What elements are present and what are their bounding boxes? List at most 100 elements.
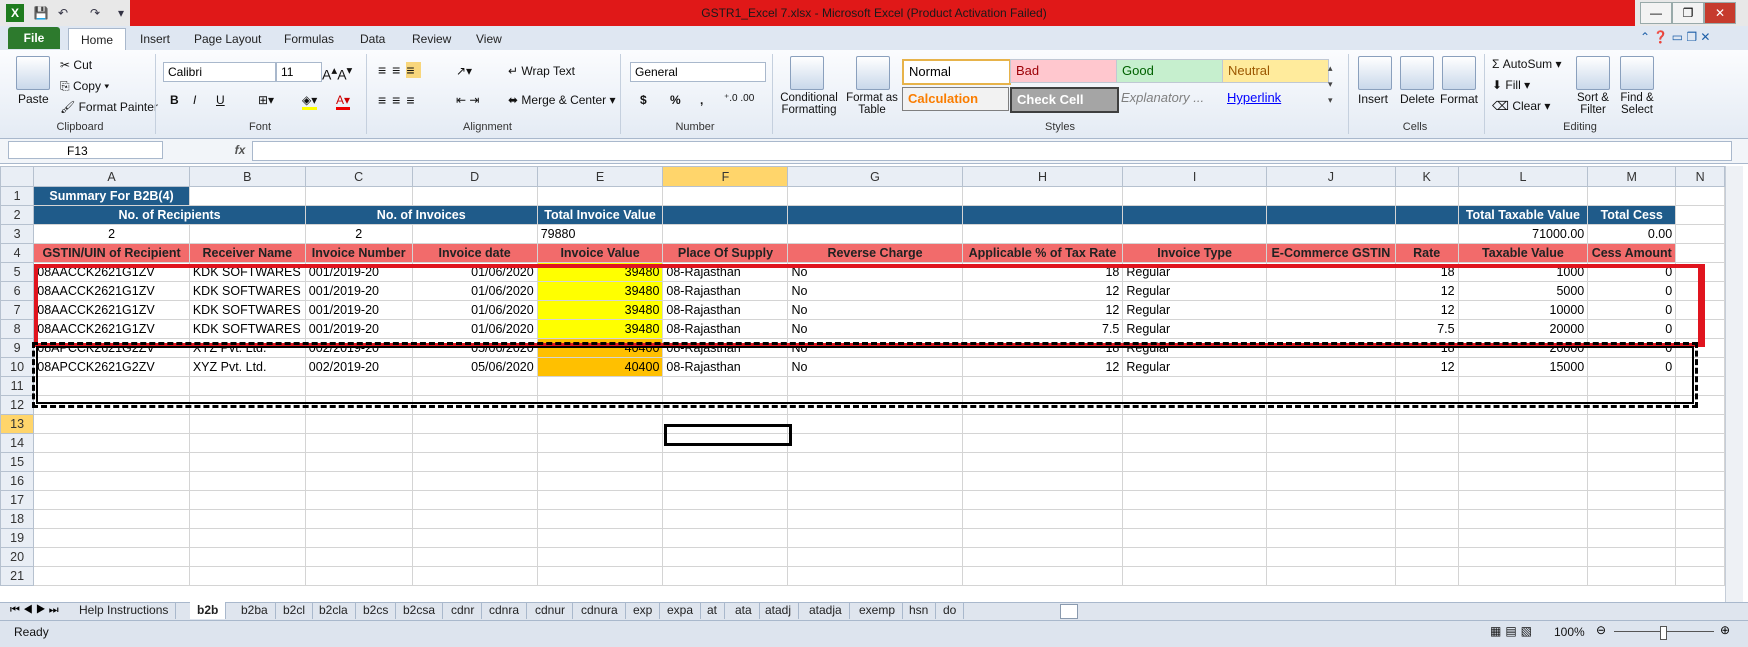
empty-cell[interactable] [1587,395,1677,415]
header-no-of-invoices[interactable]: No. of Invoices [304,205,538,225]
underline-button[interactable]: U [216,93,225,107]
empty-cell[interactable] [1394,528,1459,548]
empty-cell[interactable] [188,414,306,434]
cell[interactable] [536,186,664,206]
empty-cell[interactable] [1122,490,1267,510]
row-header[interactable]: 9 [0,338,35,358]
conditional-formatting-button[interactable]: Conditional Formatting [778,92,840,116]
style-check-cell[interactable]: Check Cell [1010,87,1119,113]
data-cell[interactable]: 0 [1587,319,1677,339]
empty-cell[interactable] [1394,433,1459,453]
cell[interactable] [1122,205,1267,225]
empty-cell[interactable] [188,395,306,415]
empty-cell[interactable] [33,471,190,491]
data-cell[interactable]: Regular [1122,300,1267,320]
empty-cell[interactable] [1457,547,1589,567]
cell[interactable] [1394,186,1459,206]
decimal-icons[interactable]: ⁺.0 .00 [724,93,754,104]
empty-cell[interactable] [787,376,963,396]
fill-button[interactable]: ⬇ Fill ▾ [1492,78,1530,92]
comma-button[interactable]: , [700,93,703,107]
data-cell[interactable]: 39480 [536,300,664,320]
cell[interactable] [411,224,538,244]
empty-cell[interactable] [1675,547,1725,567]
empty-cell[interactable] [536,471,664,491]
cell[interactable] [662,186,789,206]
empty-cell[interactable] [1122,566,1267,586]
wrap-text-button[interactable]: ↵ Wrap Text [508,64,575,78]
empty-cell[interactable] [304,566,413,586]
cell[interactable] [1265,224,1396,244]
empty-cell[interactable] [787,414,963,434]
empty-cell[interactable] [1394,509,1459,529]
clear-button[interactable]: ⌫ Clear ▾ [1492,99,1550,113]
cell[interactable] [188,186,306,206]
data-cell[interactable]: No [787,262,963,282]
column-header-c[interactable]: C [304,166,413,187]
sheet-tab[interactable]: do [936,602,965,619]
empty-cell[interactable] [1587,528,1677,548]
data-cell[interactable]: 18 [961,338,1124,358]
row-header[interactable]: 15 [0,452,35,472]
row-header[interactable]: 7 [0,300,35,320]
sort-filter-button[interactable]: Sort & Filter [1570,92,1616,116]
help-icon[interactable]: ⌃ ❓ ▭ ❐ ✕ [1640,30,1710,44]
empty-cell[interactable] [536,490,664,510]
empty-cell[interactable] [1122,395,1267,415]
data-cell[interactable] [1265,262,1396,282]
empty-cell[interactable] [787,566,963,586]
sheet-tab[interactable]: b2csa [396,602,444,619]
empty-cell[interactable] [1265,433,1396,453]
empty-cell[interactable] [33,414,190,434]
empty-cell[interactable] [536,566,664,586]
data-cell[interactable]: XYZ Pvt. Ltd. [188,357,306,377]
data-cell[interactable]: 0 [1587,281,1677,301]
active-cell-F13[interactable] [664,424,792,446]
sheet-tab[interactable]: b2b [190,602,227,619]
data-cell[interactable]: 0 [1587,338,1677,358]
empty-cell[interactable] [33,528,190,548]
cell[interactable] [961,224,1124,244]
indent-icons[interactable]: ⇤ ⇥ [456,93,479,107]
empty-cell[interactable] [961,471,1124,491]
cell[interactable] [1587,186,1677,206]
sheet-tab[interactable]: b2cl [276,602,314,619]
data-cell[interactable]: 05/06/2020 [411,338,538,358]
empty-cell[interactable] [1122,433,1267,453]
cell[interactable] [662,205,789,225]
data-cell[interactable]: No [787,357,963,377]
row-header[interactable]: 5 [0,262,35,282]
empty-cell[interactable] [304,452,413,472]
row-header[interactable]: 3 [0,224,35,244]
data-cell[interactable] [1265,357,1396,377]
data-cell[interactable]: 001/2019-20 [304,300,413,320]
conditional-formatting-icon[interactable] [790,56,824,90]
row-header[interactable]: 14 [0,433,35,453]
column-header-m[interactable]: M [1587,166,1677,187]
header-no-of-recipients[interactable]: No. of Recipients [33,205,306,225]
empty-cell[interactable] [1265,376,1396,396]
tab-home[interactable]: Home [68,28,127,51]
data-cell[interactable]: 20000 [1457,338,1589,358]
empty-cell[interactable] [411,471,538,491]
format-cells-icon[interactable] [1442,56,1476,90]
empty-cell[interactable] [961,547,1124,567]
header-total-invoice-value[interactable]: Total Invoice Value [536,205,664,225]
minimize-icon[interactable]: — [1640,2,1672,24]
sheet-tab[interactable]: ata [728,602,760,619]
delete-cells-icon[interactable] [1400,56,1434,90]
data-cell[interactable]: Regular [1122,319,1267,339]
row-header[interactable]: 4 [0,243,35,263]
column-title[interactable]: Taxable Value [1457,243,1589,263]
column-title[interactable]: Invoice date [411,243,538,263]
empty-cell[interactable] [1675,433,1725,453]
empty-cell[interactable] [1587,547,1677,567]
empty-cell[interactable] [304,528,413,548]
column-header-k[interactable]: K [1394,166,1459,187]
data-cell[interactable]: Regular [1122,262,1267,282]
data-cell[interactable]: No [787,338,963,358]
empty-cell[interactable] [961,433,1124,453]
empty-cell[interactable] [1587,414,1677,434]
empty-cell[interactable] [304,471,413,491]
row-header[interactable]: 13 [0,414,35,434]
